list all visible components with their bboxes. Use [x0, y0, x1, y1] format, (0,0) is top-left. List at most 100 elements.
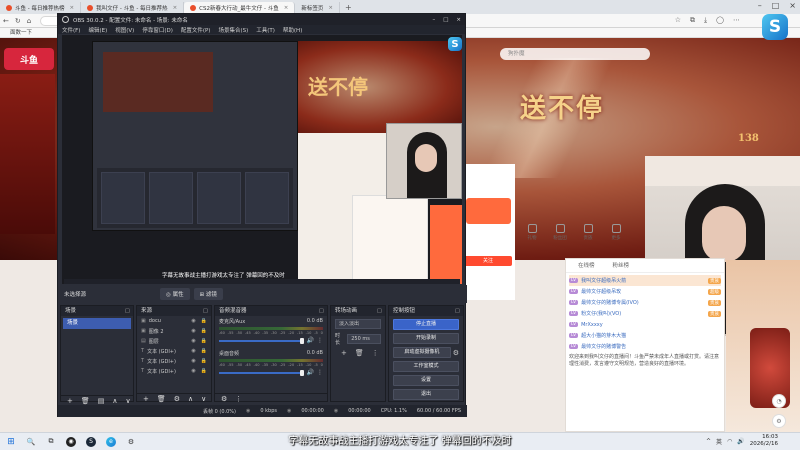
minimize-icon[interactable]: –	[432, 17, 435, 23]
source-row[interactable]: T 文本 (GDI+) ◉ 🔒	[137, 366, 211, 376]
gear-icon[interactable]: ⚙	[221, 395, 227, 403]
lock-icon[interactable]: 🔒	[201, 328, 207, 334]
source-row[interactable]: ▤ 图层 ◉ 🔒	[137, 336, 211, 346]
star-icon[interactable]: ☆	[675, 16, 681, 25]
tab-online-rank[interactable]: 在线榜	[578, 259, 595, 272]
source-row[interactable]: T 文本 (GDI+) ◉ 🔒	[137, 356, 211, 366]
minimize-icon[interactable]: –	[758, 1, 762, 10]
undock-icon[interactable]: ▢	[203, 306, 208, 316]
eye-icon[interactable]: ◉	[191, 328, 195, 334]
more-icon[interactable]: ⋮	[372, 349, 379, 357]
settings-button[interactable]: 设置	[393, 375, 459, 386]
exit-button[interactable]: 退出	[393, 389, 459, 400]
close-window-icon[interactable]: ×	[456, 17, 461, 23]
trash-icon[interactable]: 🗑	[355, 349, 364, 357]
speaker-icon[interactable]: 🔊	[307, 337, 314, 344]
add-icon[interactable]: +	[341, 349, 347, 357]
more-icon[interactable]: ⋮	[317, 337, 323, 344]
start-recording-button[interactable]: 开始录制	[393, 333, 459, 344]
filter-icon[interactable]: ▤	[98, 397, 105, 405]
menu-view[interactable]: 视图(V)	[115, 26, 134, 34]
refresh-icon[interactable]: ↻	[12, 17, 24, 25]
gift-item[interactable]: 礼物	[523, 224, 541, 259]
menu-icon[interactable]: ⋯	[733, 16, 740, 25]
chat-bubble-icon[interactable]: ◔	[772, 394, 786, 408]
studio-mode-button[interactable]: 工作室模式	[393, 361, 459, 372]
close-tab-icon[interactable]: ×	[173, 5, 178, 11]
chat-row[interactable]: LV 最帅文仔超级吊玫 超级	[569, 286, 721, 297]
lock-icon[interactable]: 🔒	[201, 358, 207, 364]
menu-profile[interactable]: 配置文件(P)	[181, 26, 211, 34]
chat-row[interactable]: LV 粉文仔(我叫)(VO) 贵族	[569, 308, 721, 319]
undock-icon[interactable]: ▢	[319, 306, 324, 316]
gear-icon[interactable]: ⚙	[453, 349, 459, 357]
filters-button[interactable]: ⊞ 滤镜	[193, 288, 223, 300]
close-window-icon[interactable]: ×	[789, 1, 796, 10]
up-arrow-icon[interactable]: ∧	[112, 397, 117, 405]
close-tab-icon[interactable]: ×	[69, 5, 74, 11]
add-icon[interactable]: +	[143, 395, 149, 403]
bookmark-item[interactable]: 面数一下	[10, 30, 32, 36]
volume-slider[interactable]	[219, 369, 304, 376]
up-arrow-icon[interactable]: ∧	[188, 395, 193, 403]
maximize-icon[interactable]: □	[772, 1, 780, 10]
source-row[interactable]: ▣ 图像 2 ◉ 🔒	[137, 326, 211, 336]
transition-select[interactable]: 淡入淡出	[335, 319, 381, 329]
close-tab-icon[interactable]: ×	[328, 5, 333, 11]
chat-row[interactable]: LV 最帅文仔的赌博警告	[569, 341, 721, 352]
gift-item[interactable]: 粉丝团	[551, 224, 569, 259]
lock-icon[interactable]: 🔒	[201, 338, 207, 344]
lock-icon[interactable]: 🔒	[201, 348, 207, 354]
menu-file[interactable]: 文件(F)	[62, 26, 80, 34]
more-icon[interactable]: ⋮	[317, 369, 323, 376]
back-icon[interactable]: ←	[0, 17, 12, 25]
properties-button[interactable]: ◎ 属性	[160, 288, 190, 300]
more-icon[interactable]: ⋮	[235, 395, 242, 403]
s-app-badge-icon[interactable]: S	[762, 14, 788, 40]
tab-fan-rank[interactable]: 粉丝榜	[613, 259, 630, 272]
profile-icon[interactable]: ◯	[716, 16, 724, 25]
undock-icon[interactable]: ▢	[377, 306, 382, 316]
eye-icon[interactable]: ◉	[191, 338, 195, 344]
eye-icon[interactable]: ◉	[191, 318, 195, 324]
follow-button[interactable]: 关注	[464, 256, 512, 266]
virtual-camera-button[interactable]: 启动虚拟摄像机	[393, 347, 451, 358]
speaker-icon[interactable]: 🔊	[307, 369, 314, 376]
new-tab-button[interactable]: +	[340, 3, 357, 12]
lock-icon[interactable]: 🔒	[201, 368, 207, 374]
source-row[interactable]: ▣ docu ◉ 🔒	[137, 316, 211, 326]
extensions-icon[interactable]: ⧉	[690, 16, 695, 25]
download-icon[interactable]: ⤓	[704, 16, 707, 25]
down-arrow-icon[interactable]: ∨	[126, 397, 131, 405]
promo-button[interactable]	[466, 198, 511, 224]
gift-item[interactable]: 更多	[607, 224, 625, 259]
gear-icon[interactable]: ⚙	[174, 395, 180, 403]
undock-icon[interactable]: ▢	[125, 306, 130, 316]
obs-preview-canvas[interactable]: 送不停 字幕无故事战主播打游戏太专注了 弹幕回的不及时 S	[62, 35, 462, 284]
trash-icon[interactable]: 🗑	[157, 395, 166, 403]
stop-streaming-button[interactable]: 停止直播	[393, 319, 459, 330]
site-search-input[interactable]: 狗扑魔	[500, 48, 650, 60]
menu-docks[interactable]: 停靠窗口(D)	[142, 26, 173, 34]
source-row[interactable]: T 文本 (GDI+) ◉ 🔒	[137, 346, 211, 356]
down-arrow-icon[interactable]: ∨	[201, 395, 206, 403]
chat-row[interactable]: LV 超大小猫的芽木大猫	[569, 330, 721, 341]
duration-input[interactable]: 250 ms	[347, 334, 381, 344]
undock-icon[interactable]: ▢	[455, 306, 460, 316]
gift-item[interactable]: 贵族	[579, 224, 597, 259]
scene-item[interactable]: 场景	[63, 318, 131, 329]
maximize-icon[interactable]: □	[443, 17, 448, 23]
chat-row[interactable]: LV 最帅文仔的赌博专属(IVO) 贵族	[569, 297, 721, 308]
add-icon[interactable]: +	[67, 397, 73, 405]
chat-row[interactable]: LV 我叫文仔超级吊火箭 贵族	[569, 275, 721, 286]
menu-help[interactable]: 帮助(H)	[283, 26, 302, 34]
settings-icon[interactable]: ⚙	[772, 414, 786, 428]
eye-icon[interactable]: ◉	[191, 368, 195, 374]
trash-icon[interactable]: 🗑	[81, 397, 90, 405]
eye-icon[interactable]: ◉	[191, 358, 195, 364]
volume-slider[interactable]	[219, 337, 304, 344]
home-icon[interactable]: ⌂	[24, 17, 34, 25]
menu-scene-collection[interactable]: 场景集合(S)	[218, 26, 248, 34]
lock-icon[interactable]: 🔒	[201, 318, 207, 324]
close-tab-icon[interactable]: ×	[284, 5, 289, 11]
